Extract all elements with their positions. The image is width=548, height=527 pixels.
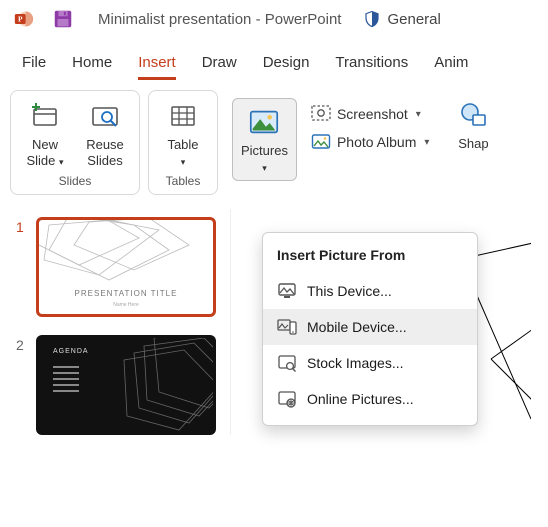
chevron-down-icon: ▾ xyxy=(424,137,429,148)
pictures-icon xyxy=(247,105,281,139)
dropdown-header: Insert Picture From xyxy=(263,243,477,273)
ribbon-group-tables: Table▾ Tables xyxy=(148,90,218,195)
table-label: Table▾ xyxy=(167,137,198,168)
online-pictures-icon xyxy=(277,389,297,409)
tab-file[interactable]: File xyxy=(22,54,46,80)
tab-transitions[interactable]: Transitions xyxy=(335,54,408,80)
ribbon: New Slide ▾ Reuse Slides Slides xyxy=(10,90,548,195)
thumbnail-row-2: 2 AGENDA xyxy=(16,335,222,435)
ribbon-tabs: File Home Insert Draw Design Transitions… xyxy=(0,36,548,80)
slide1-subtitle-text: Name Here xyxy=(39,302,213,308)
chevron-down-icon: ▾ xyxy=(262,163,267,173)
shapes-button[interactable]: Shap xyxy=(449,98,497,152)
pictures-label: Pictures▾ xyxy=(241,143,288,174)
tab-draw[interactable]: Draw xyxy=(202,54,237,80)
shapes-label: Shap xyxy=(458,136,488,152)
table-button[interactable]: Table▾ xyxy=(159,99,207,168)
dropdown-item-mobile-device[interactable]: Mobile Device... xyxy=(263,309,477,345)
tab-insert[interactable]: Insert xyxy=(138,54,176,80)
mobile-icon xyxy=(277,317,297,337)
pictures-button[interactable]: Pictures▾ xyxy=(232,98,297,181)
insert-picture-dropdown: Insert Picture From This Device... Mobil… xyxy=(262,232,478,426)
svg-text:P: P xyxy=(18,15,23,24)
shapes-icon xyxy=(456,98,490,132)
chevron-down-icon: ▾ xyxy=(59,157,64,167)
document-title: Minimalist presentation - PowerPoint xyxy=(98,11,341,28)
tab-home[interactable]: Home xyxy=(72,54,112,80)
reuse-slides-icon xyxy=(88,99,122,133)
screenshot-button[interactable]: Screenshot ▾ xyxy=(311,104,429,124)
chevron-down-icon: ▾ xyxy=(416,109,421,120)
tab-animations[interactable]: Anim xyxy=(434,54,468,80)
thumbnail-number: 2 xyxy=(16,335,26,353)
new-slide-label: New Slide ▾ xyxy=(26,137,63,168)
chevron-down-icon: ▾ xyxy=(181,157,186,167)
new-slide-icon xyxy=(28,99,62,133)
device-icon xyxy=(277,281,297,301)
reuse-slides-button[interactable]: Reuse Slides xyxy=(81,99,129,168)
screenshot-icon xyxy=(311,104,331,124)
stock-images-icon xyxy=(277,353,297,373)
photo-album-icon xyxy=(311,132,331,152)
slides-group-caption: Slides xyxy=(59,174,92,188)
table-icon xyxy=(166,99,200,133)
title-bar: P Minimalist presentation - PowerPoint G… xyxy=(0,0,548,36)
ribbon-group-slides: New Slide ▾ Reuse Slides Slides xyxy=(10,90,140,195)
save-icon[interactable] xyxy=(52,8,74,30)
ribbon-group-images: Pictures▾ Screenshot ▾ xyxy=(226,90,435,189)
sensitivity-label[interactable]: General xyxy=(363,10,440,28)
thumbnail-row-1: 1 PRESENTATION TITLE Name Here xyxy=(16,217,222,317)
tables-group-caption: Tables xyxy=(166,174,201,188)
photo-album-button[interactable]: Photo Album ▾ xyxy=(311,132,429,152)
dropdown-item-this-device[interactable]: This Device... xyxy=(263,273,477,309)
tab-design[interactable]: Design xyxy=(263,54,310,80)
slide2-title-text: AGENDA xyxy=(53,348,89,355)
slide1-title-text: PRESENTATION TITLE xyxy=(39,289,213,298)
reuse-slides-label: Reuse Slides xyxy=(86,137,124,168)
slide-thumbnails-panel: 1 PRESENTATION TITLE Name Here 2 xyxy=(0,209,230,435)
ribbon-group-shapes: Shap xyxy=(443,90,503,160)
slide-thumbnail-2[interactable]: AGENDA xyxy=(36,335,216,435)
thumbnail-number: 1 xyxy=(16,217,26,235)
powerpoint-app-icon: P xyxy=(14,9,34,29)
new-slide-button[interactable]: New Slide ▾ xyxy=(21,99,69,168)
dropdown-item-stock-images[interactable]: Stock Images... xyxy=(263,345,477,381)
dropdown-item-online-pictures[interactable]: Online Pictures... xyxy=(263,381,477,417)
slide-thumbnail-1[interactable]: PRESENTATION TITLE Name Here xyxy=(36,217,216,317)
shield-icon xyxy=(363,10,381,28)
slide2-content-lines xyxy=(53,366,79,392)
